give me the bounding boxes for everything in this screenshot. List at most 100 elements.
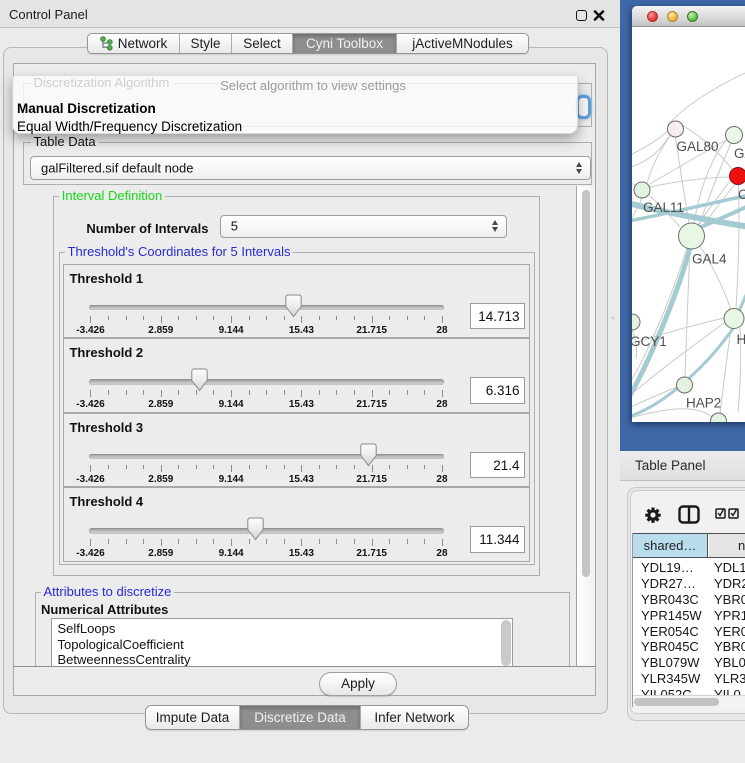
cell-shared-name[interactable]: YBL079W — [641, 655, 700, 670]
network-edge[interactable] — [650, 177, 730, 187]
split-divider-arrow[interactable] — [611, 316, 614, 320]
float-window-icon[interactable] — [576, 10, 587, 21]
slider-tick — [372, 465, 373, 472]
close-icon[interactable] — [593, 10, 605, 21]
network-node[interactable] — [632, 314, 640, 330]
cell-name[interactable]: YBR0 — [714, 639, 745, 654]
slider-tick — [336, 316, 337, 321]
popup-option-manual[interactable]: Manual Discretization — [17, 101, 156, 116]
network-node[interactable] — [711, 413, 727, 422]
popup-option-equal-width[interactable]: Equal Width/Frequency Discretization — [17, 119, 242, 134]
threshold-value-field[interactable]: 14.713 — [470, 303, 526, 330]
popup-prompt-item[interactable]: Select algorithm to view settings — [49, 78, 577, 93]
cell-shared-name[interactable]: YBR045C — [641, 639, 699, 654]
cell-name[interactable]: YBL0 — [714, 655, 745, 670]
table-row[interactable]: YBL079W YBL0 — [633, 653, 745, 669]
network-edge[interactable] — [699, 143, 731, 226]
cell-name[interactable]: YDR2 — [714, 576, 745, 591]
network-edge[interactable] — [632, 179, 635, 185]
slider-tick — [442, 465, 443, 472]
threshold-value-field[interactable]: 11.344 — [470, 526, 526, 553]
close-traffic-icon[interactable] — [647, 11, 658, 22]
cell-shared-name[interactable]: YDL19… — [641, 560, 694, 575]
slider-tick-label: 21.715 — [342, 325, 402, 336]
slider-tick-label: -3.426 — [60, 399, 120, 410]
cell-shared-name[interactable]: YBR043C — [641, 592, 699, 607]
cell-name[interactable]: YLR3 — [714, 671, 745, 686]
tab-select[interactable]: Select — [231, 34, 292, 53]
network-edge[interactable] — [632, 137, 668, 169]
cell-shared-name[interactable]: YPR145W — [641, 608, 702, 623]
cell-name[interactable]: YDL1 — [714, 560, 745, 575]
network-window-titlebar[interactable] — [632, 6, 745, 27]
list-scrollbar-thumb[interactable] — [501, 620, 511, 666]
network-edge[interactable] — [736, 185, 739, 309]
slider-track[interactable] — [89, 454, 444, 460]
select-columns-icon[interactable] — [715, 508, 740, 519]
slider-thumb[interactable] — [247, 517, 264, 541]
tab-infer-network[interactable]: Infer Network — [360, 706, 468, 729]
threshold-value-field[interactable]: 21.4 — [470, 452, 526, 479]
list-item[interactable]: TopologicalCoefficient — [52, 637, 512, 653]
slider-track[interactable] — [89, 528, 444, 534]
slider-track[interactable] — [89, 379, 444, 385]
tab-network[interactable]: Network — [88, 34, 179, 53]
cell-shared-name[interactable]: YER054C — [641, 624, 699, 639]
table-row[interactable]: YER054C YER0 — [633, 622, 745, 638]
column-header-shared-name[interactable]: shared… — [633, 534, 708, 557]
vertical-scrollbar-thumb[interactable] — [582, 190, 590, 577]
horizontal-scrollbar[interactable] — [633, 695, 745, 707]
network-canvas[interactable]: GAL80GACGAL11GAL4GCY1HHAP2 — [632, 27, 745, 422]
algorithm-combobox-focus[interactable] — [576, 95, 591, 119]
network-edge-highlighted[interactable] — [632, 248, 690, 399]
network-edge[interactable] — [632, 248, 687, 389]
network-node[interactable] — [677, 377, 693, 393]
network-edge[interactable] — [668, 69, 745, 125]
network-node[interactable] — [634, 182, 650, 198]
slider-track[interactable] — [89, 305, 444, 311]
vertical-scrollbar[interactable] — [577, 186, 596, 666]
slider-thumb[interactable] — [285, 294, 302, 318]
tab-discretize-data[interactable]: Discretize Data — [239, 706, 360, 729]
gear-icon[interactable] — [645, 507, 661, 523]
table-row[interactable]: YPR145W YPR1 — [633, 606, 745, 622]
network-node[interactable] — [724, 309, 744, 329]
tab-jactivemnodules[interactable]: jActiveMNodules — [396, 34, 528, 53]
slider-tick — [354, 316, 355, 321]
horizontal-scrollbar-thumb[interactable] — [634, 698, 719, 706]
zoom-traffic-icon[interactable] — [687, 11, 698, 22]
threshold-value-field[interactable]: 6.316 — [470, 377, 526, 404]
num-intervals-combobox[interactable]: 5 — [220, 215, 507, 238]
table-row[interactable]: YBR045C YBR0 — [633, 637, 745, 653]
network-edge[interactable] — [647, 136, 670, 183]
attributes-list[interactable]: SelfLoops TopologicalCoefficient Between… — [51, 618, 513, 667]
table-row[interactable]: YBR043C YBR0 — [633, 590, 745, 606]
column-header-name[interactable]: na — [709, 534, 745, 557]
table-row[interactable]: YDR27… YDR2 — [633, 574, 745, 590]
slider-thumb[interactable] — [360, 443, 377, 467]
network-node[interactable] — [679, 223, 705, 249]
tab-impute-data[interactable]: Impute Data — [146, 706, 239, 729]
table-data-combobox[interactable]: galFiltered.sif default node — [30, 156, 591, 180]
network-node[interactable] — [726, 127, 743, 144]
cell-shared-name[interactable]: YLR345W — [641, 671, 700, 686]
list-item[interactable]: SelfLoops — [52, 621, 512, 637]
tab-cyni-toolbox[interactable]: Cyni Toolbox — [292, 34, 396, 53]
network-node[interactable] — [668, 121, 684, 137]
cell-shared-name[interactable]: YDR27… — [641, 576, 696, 591]
table-row[interactable]: YDL19… YDL1 — [633, 558, 745, 574]
split-table-icon[interactable] — [678, 505, 700, 524]
slider-thumb[interactable] — [191, 368, 208, 392]
table-row[interactable]: YLR345W YLR3 — [633, 669, 745, 685]
cell-name[interactable]: YER0 — [714, 624, 745, 639]
network-node[interactable] — [730, 168, 745, 185]
network-edge[interactable] — [632, 131, 668, 157]
tab-style[interactable]: Style — [179, 34, 231, 53]
slider-tick — [336, 539, 337, 544]
list-item[interactable]: BetweennessCentrality — [52, 652, 512, 666]
cell-name[interactable]: YPR1 — [714, 608, 745, 623]
slider-tick — [90, 316, 91, 323]
cell-name[interactable]: YBR0 — [714, 592, 745, 607]
minimize-traffic-icon[interactable] — [667, 11, 678, 22]
apply-button[interactable]: Apply — [319, 672, 397, 696]
